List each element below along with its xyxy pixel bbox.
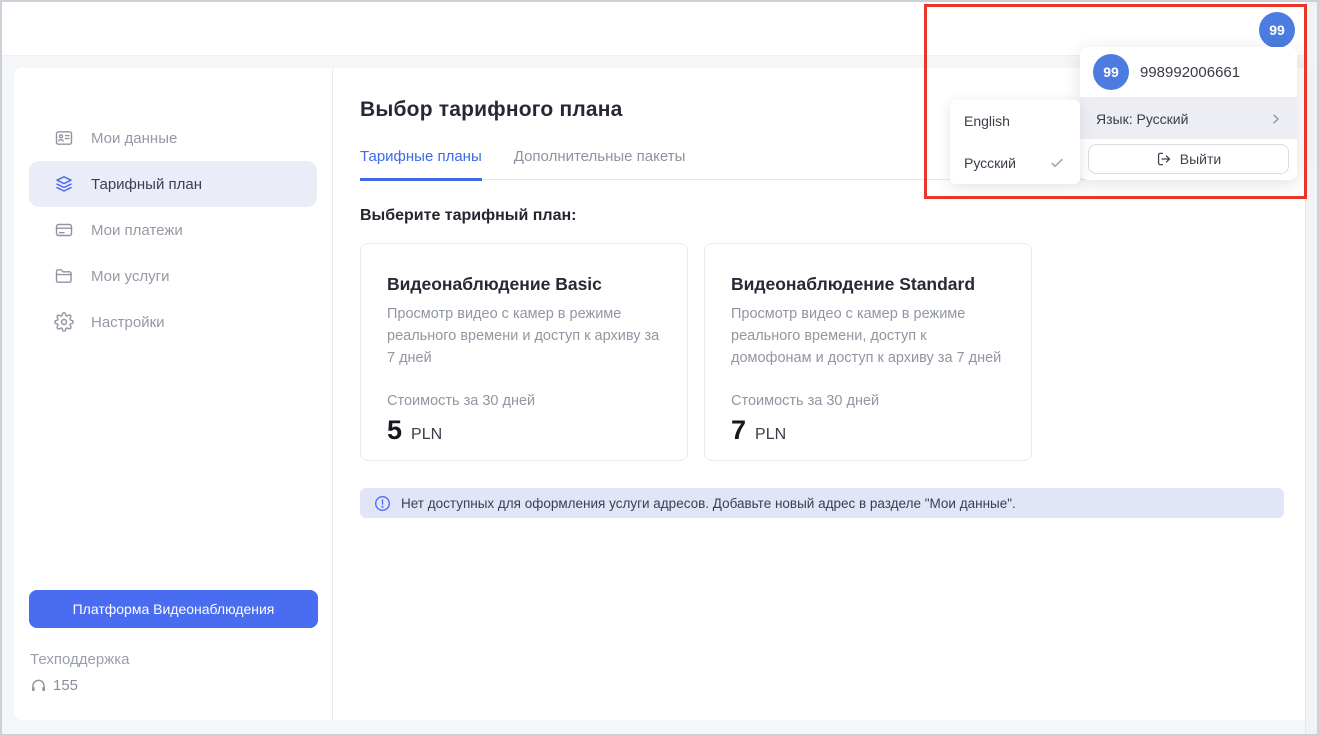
sidebar-item-label: Мои услуги: [91, 268, 170, 285]
plan-cards: Видеонаблюдение Basic Просмотр видео с к…: [360, 243, 1305, 461]
user-dropdown-menu: 99 998992006661 Язык: Русский Выйти: [1080, 47, 1297, 180]
sidebar-item-label: Настройки: [91, 314, 165, 331]
sidebar: Мои данные Тарифный план: [14, 68, 333, 720]
vertical-scrollbar[interactable]: [1305, 2, 1317, 734]
sidebar-nav: Мои данные Тарифный план: [14, 68, 332, 345]
user-avatar-badge[interactable]: 99: [1259, 12, 1295, 48]
plan-description: Просмотр видео с камер в режиме реальног…: [731, 303, 1007, 369]
app-window: 99 Мои данные: [0, 0, 1319, 736]
support-label: Техподдержка: [30, 651, 129, 668]
info-icon: [374, 495, 391, 512]
notice-text: Нет доступных для оформления услуги адре…: [401, 496, 1016, 511]
checkmark-icon: [1049, 155, 1065, 171]
language-menu-item[interactable]: Язык: Русский: [1080, 98, 1297, 139]
plan-card-basic[interactable]: Видеонаблюдение Basic Просмотр видео с к…: [360, 243, 688, 461]
price-label: Стоимость за 30 дней: [731, 393, 1007, 409]
language-option-english[interactable]: English: [950, 100, 1080, 142]
price-value: 7: [731, 415, 746, 446]
id-card-icon: [54, 128, 74, 148]
sidebar-item-my-payments[interactable]: Мои платежи: [29, 207, 317, 253]
section-heading: Выберите тарифный план:: [360, 207, 1305, 225]
folder-icon: [54, 266, 74, 286]
layers-icon: [54, 174, 74, 194]
price-currency: PLN: [411, 426, 442, 444]
user-avatar: 99: [1093, 54, 1129, 90]
plan-name: Видеонаблюдение Basic: [387, 274, 663, 295]
platform-button[interactable]: Платформа Видеонаблюдения: [29, 590, 318, 628]
plan-card-standard[interactable]: Видеонаблюдение Standard Просмотр видео …: [704, 243, 1032, 461]
logout-label: Выйти: [1180, 151, 1221, 167]
chevron-right-icon: [1269, 112, 1283, 126]
sidebar-item-settings[interactable]: Настройки: [29, 299, 317, 345]
support-phone-row: 155: [30, 677, 78, 694]
price-label: Стоимость за 30 дней: [387, 393, 663, 409]
sidebar-item-label: Тарифный план: [91, 176, 202, 193]
language-option-label: English: [964, 113, 1010, 129]
sidebar-item-my-data[interactable]: Мои данные: [29, 115, 317, 161]
sidebar-item-my-services[interactable]: Мои услуги: [29, 253, 317, 299]
sidebar-item-label: Мои платежи: [91, 222, 183, 239]
user-account-row: 99 998992006661: [1080, 47, 1297, 98]
tab-additional-packages[interactable]: Дополнительные пакеты: [514, 148, 686, 181]
tab-tariff-plans[interactable]: Тарифные планы: [360, 148, 482, 181]
price-row: 7 PLN: [731, 415, 1007, 446]
user-phone: 998992006661: [1140, 64, 1240, 81]
language-option-label: Русский: [964, 155, 1016, 171]
price-row: 5 PLN: [387, 415, 663, 446]
headphones-icon: [30, 677, 47, 694]
notice-banner: Нет доступных для оформления услуги адре…: [360, 488, 1284, 518]
gear-icon: [54, 312, 74, 332]
price-value: 5: [387, 415, 402, 446]
plan-name: Видеонаблюдение Standard: [731, 274, 1007, 295]
sidebar-item-tariff-plan[interactable]: Тарифный план: [29, 161, 317, 207]
language-submenu: English Русский: [950, 100, 1080, 184]
plan-description: Просмотр видео с камер в режиме реальног…: [387, 303, 663, 369]
price-currency: PLN: [755, 426, 786, 444]
language-option-russian[interactable]: Русский: [950, 142, 1080, 184]
language-menu-label: Язык: Русский: [1096, 111, 1188, 127]
sidebar-item-label: Мои данные: [91, 130, 177, 147]
logout-button[interactable]: Выйти: [1088, 144, 1289, 174]
support-phone: 155: [53, 677, 78, 694]
logout-icon: [1156, 151, 1172, 167]
credit-card-icon: [54, 220, 74, 240]
